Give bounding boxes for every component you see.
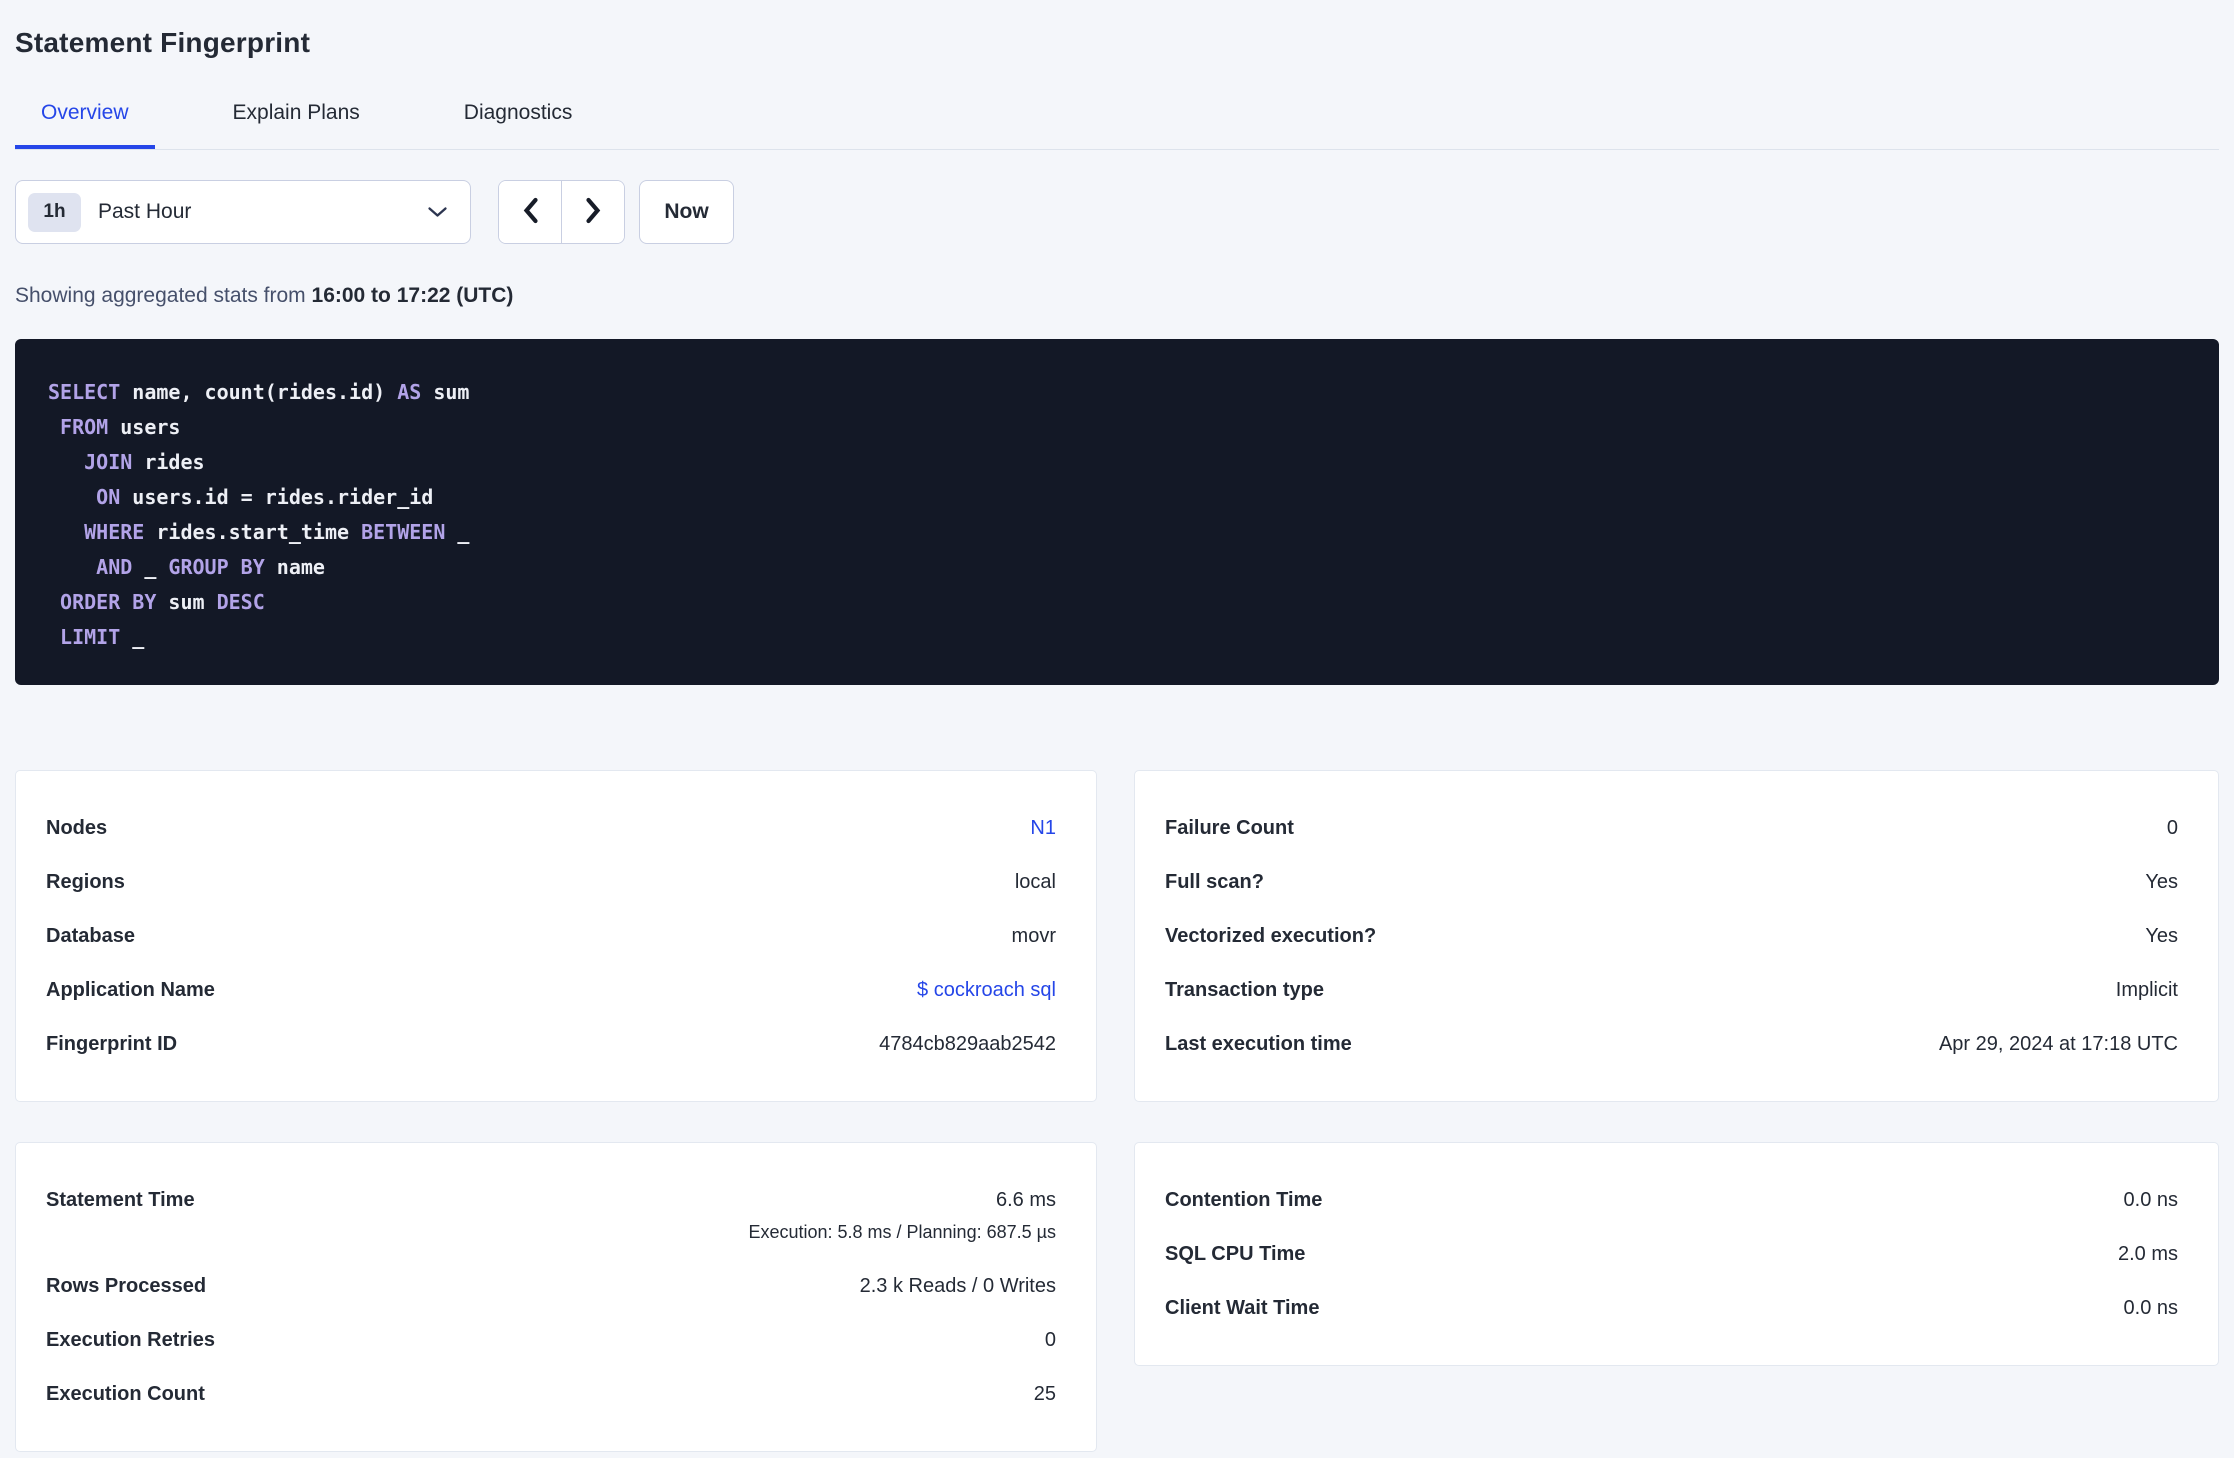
sql-line: AND _ GROUP BY name	[96, 555, 325, 579]
now-button[interactable]: Now	[639, 180, 734, 244]
chevron-down-icon	[427, 206, 448, 218]
table-row: Execution Count 25	[46, 1380, 1056, 1408]
sql-line: ON users.id = rides.rider_id	[96, 485, 434, 509]
row-label: SQL CPU Time	[1165, 1243, 1306, 1265]
table-row: Execution Retries 0	[46, 1326, 1056, 1354]
row-label: Rows Processed	[46, 1275, 207, 1297]
row-label: Database	[46, 925, 135, 947]
sql-line: JOIN rides	[84, 450, 205, 474]
sql-statement-box: SELECT name, count(rides.id) AS sum FROM…	[15, 339, 2219, 685]
table-row: Nodes N1	[46, 814, 1056, 842]
table-row: Client Wait Time 0.0 ns	[1165, 1294, 2178, 1322]
statement-fingerprint-page: Statement Fingerprint Overview Explain P…	[0, 0, 2234, 1458]
chevron-left-icon	[522, 197, 539, 227]
row-value: 2.0 ms	[2117, 1243, 2178, 1265]
statement-details-card: Nodes N1 Regions local Database movr App…	[15, 770, 1097, 1102]
wait-times-card: Contention Time 0.0 ns SQL CPU Time 2.0 …	[1134, 1142, 2219, 1366]
table-row: Database movr	[46, 922, 1056, 950]
row-label: Failure Count	[1165, 817, 1294, 839]
table-row: Full scan? Yes	[1165, 868, 2178, 896]
application-name-link[interactable]: $ cockroach sql	[917, 976, 1056, 1004]
table-row: Rows Processed 2.3 k Reads / 0 Writes	[46, 1272, 1056, 1300]
row-label: Client Wait Time	[1165, 1297, 1320, 1319]
row-value: movr	[1011, 925, 1056, 947]
row-value: 0	[2166, 817, 2178, 839]
row-value: Yes	[2145, 871, 2178, 893]
sql-line: ORDER BY sum DESC	[60, 590, 265, 614]
summary-cards-row-1: Nodes N1 Regions local Database movr App…	[15, 770, 2219, 1102]
row-value: 4784cb829aab2542	[879, 1033, 1056, 1055]
row-label: Application Name	[46, 979, 215, 1001]
row-label: Vectorized execution?	[1165, 925, 1377, 947]
nodes-link[interactable]: N1	[1030, 814, 1056, 842]
row-value-group: 6.6 ms Execution: 5.8 ms / Planning: 687…	[748, 1186, 1056, 1246]
row-value: local	[1014, 871, 1056, 893]
tab-bar: Overview Explain Plans Diagnostics	[15, 100, 2219, 150]
tab-overview[interactable]: Overview	[15, 100, 155, 149]
row-value: Yes	[2145, 925, 2178, 947]
sql-line: LIMIT _	[60, 625, 145, 649]
table-row: Failure Count 0	[1165, 814, 2178, 842]
table-row: Application Name $ cockroach sql	[46, 976, 1056, 1004]
table-row: Regions local	[46, 868, 1056, 896]
row-value: 0.0 ns	[2123, 1189, 2178, 1211]
page-title: Statement Fingerprint	[15, 27, 311, 58]
table-row: Contention Time 0.0 ns	[1165, 1186, 2178, 1214]
time-range-picker[interactable]: 1h Past Hour	[15, 180, 471, 244]
row-label: Regions	[46, 871, 125, 893]
sql-line: WHERE rides.start_time BETWEEN _	[84, 520, 470, 544]
table-row: Statement Time 6.6 ms Execution: 5.8 ms …	[46, 1186, 1056, 1246]
table-row: SQL CPU Time 2.0 ms	[1165, 1240, 2178, 1268]
row-subvalue: Execution: 5.8 ms / Planning: 687.5 µs	[748, 1222, 1056, 1242]
execution-attributes-card: Failure Count 0 Full scan? Yes Vectorize…	[1134, 770, 2219, 1102]
table-row: Fingerprint ID 4784cb829aab2542	[46, 1030, 1056, 1058]
aggregated-stats-summary: Showing aggregated stats from 16:00 to 1…	[15, 283, 2219, 309]
summary-cards-row-2: Statement Time 6.6 ms Execution: 5.8 ms …	[15, 1142, 2219, 1452]
row-value: 0	[1044, 1329, 1056, 1351]
row-label: Statement Time	[46, 1189, 195, 1211]
row-label: Contention Time	[1165, 1189, 1323, 1211]
next-time-button[interactable]	[561, 181, 624, 243]
row-value: 25	[1033, 1383, 1056, 1405]
aggregated-stats-prefix: Showing aggregated stats from	[15, 284, 312, 307]
tab-explain-plans[interactable]: Explain Plans	[207, 100, 386, 149]
row-label: Execution Retries	[46, 1329, 215, 1351]
table-row: Last execution time Apr 29, 2024 at 17:1…	[1165, 1030, 2178, 1058]
tab-diagnostics[interactable]: Diagnostics	[438, 100, 599, 149]
time-step-buttons	[498, 180, 625, 244]
row-value: 2.3 k Reads / 0 Writes	[859, 1275, 1056, 1297]
time-range-label: Past Hour	[98, 200, 192, 223]
row-label: Transaction type	[1165, 979, 1324, 1001]
row-label: Nodes	[46, 817, 108, 839]
row-label: Execution Count	[46, 1383, 205, 1405]
aggregated-stats-range: 16:00 to 17:22 (UTC)	[311, 284, 514, 307]
row-value: 0.0 ns	[2123, 1297, 2178, 1319]
row-label: Full scan?	[1165, 871, 1264, 893]
previous-time-button[interactable]	[499, 181, 561, 243]
time-toolbar: 1h Past Hour Now	[15, 180, 2219, 244]
table-row: Vectorized execution? Yes	[1165, 922, 2178, 950]
sql-line: SELECT name, count(rides.id) AS sum	[48, 380, 470, 404]
row-label: Fingerprint ID	[46, 1033, 178, 1055]
time-range-badge: 1h	[28, 192, 81, 232]
row-label: Last execution time	[1165, 1033, 1352, 1055]
row-value: 6.6 ms	[995, 1189, 1056, 1211]
statement-timings-card: Statement Time 6.6 ms Execution: 5.8 ms …	[15, 1142, 1097, 1452]
table-row: Transaction type Implicit	[1165, 976, 2178, 1004]
row-value: Implicit	[2115, 979, 2178, 1001]
sql-line: FROM users	[60, 415, 181, 439]
row-value: Apr 29, 2024 at 17:18 UTC	[1938, 1033, 2178, 1055]
chevron-right-icon	[585, 197, 602, 227]
